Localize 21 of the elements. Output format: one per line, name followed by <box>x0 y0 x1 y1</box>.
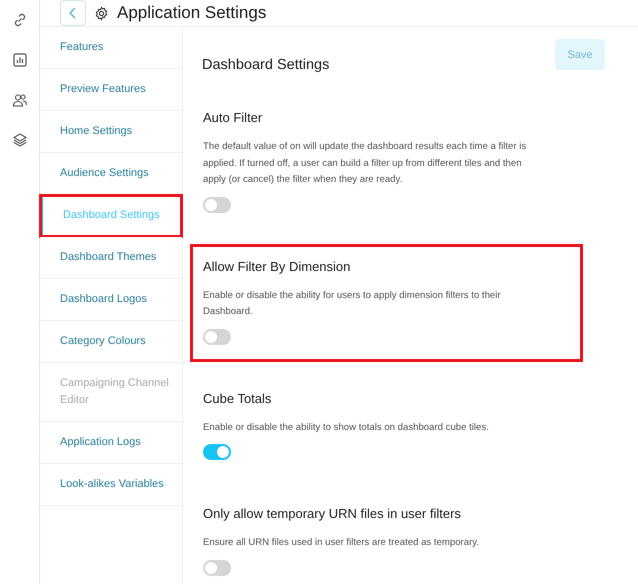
toggle-switch[interactable] <box>203 560 231 576</box>
page-title: Application Settings <box>117 3 266 23</box>
setting-description: Enable or disable the ability for users to apply dimension filters to their Dashboard. <box>203 288 502 319</box>
back-button[interactable] <box>60 0 86 26</box>
setting-title: Only allow temporary URN files in user filters <box>203 505 462 523</box>
setting-description: Enable or disable the ability to show totals on dashboard cube tiles. <box>203 420 490 434</box>
setting-title: Auto Filter <box>203 109 264 127</box>
gear-icon <box>94 6 109 20</box>
nav-item[interactable]: Dashboard Themes <box>40 237 182 279</box>
setting-description: The default value of on will update the dashboard results each time a filter is applied. If turned off, a user can build a filter up from different tiles and then apply (or cancel) the filter when they are ready. <box>203 140 528 187</box>
layers-icon[interactable] <box>12 132 28 148</box>
bar-chart-icon[interactable] <box>12 52 28 68</box>
setting-title: Allow Filter By Dimension <box>203 258 352 276</box>
setting-description: Ensure all URN files used in user filters are treated as temporary. <box>203 536 480 550</box>
setting-title: Cube Totals <box>203 390 272 408</box>
section-title: Dashboard Settings <box>202 57 330 73</box>
toggle-switch[interactable] <box>203 444 231 460</box>
chevron-left-icon <box>68 7 78 19</box>
people-icon[interactable] <box>12 92 28 108</box>
toggle-switch[interactable] <box>203 328 231 344</box>
toggle-switch[interactable] <box>203 196 231 212</box>
